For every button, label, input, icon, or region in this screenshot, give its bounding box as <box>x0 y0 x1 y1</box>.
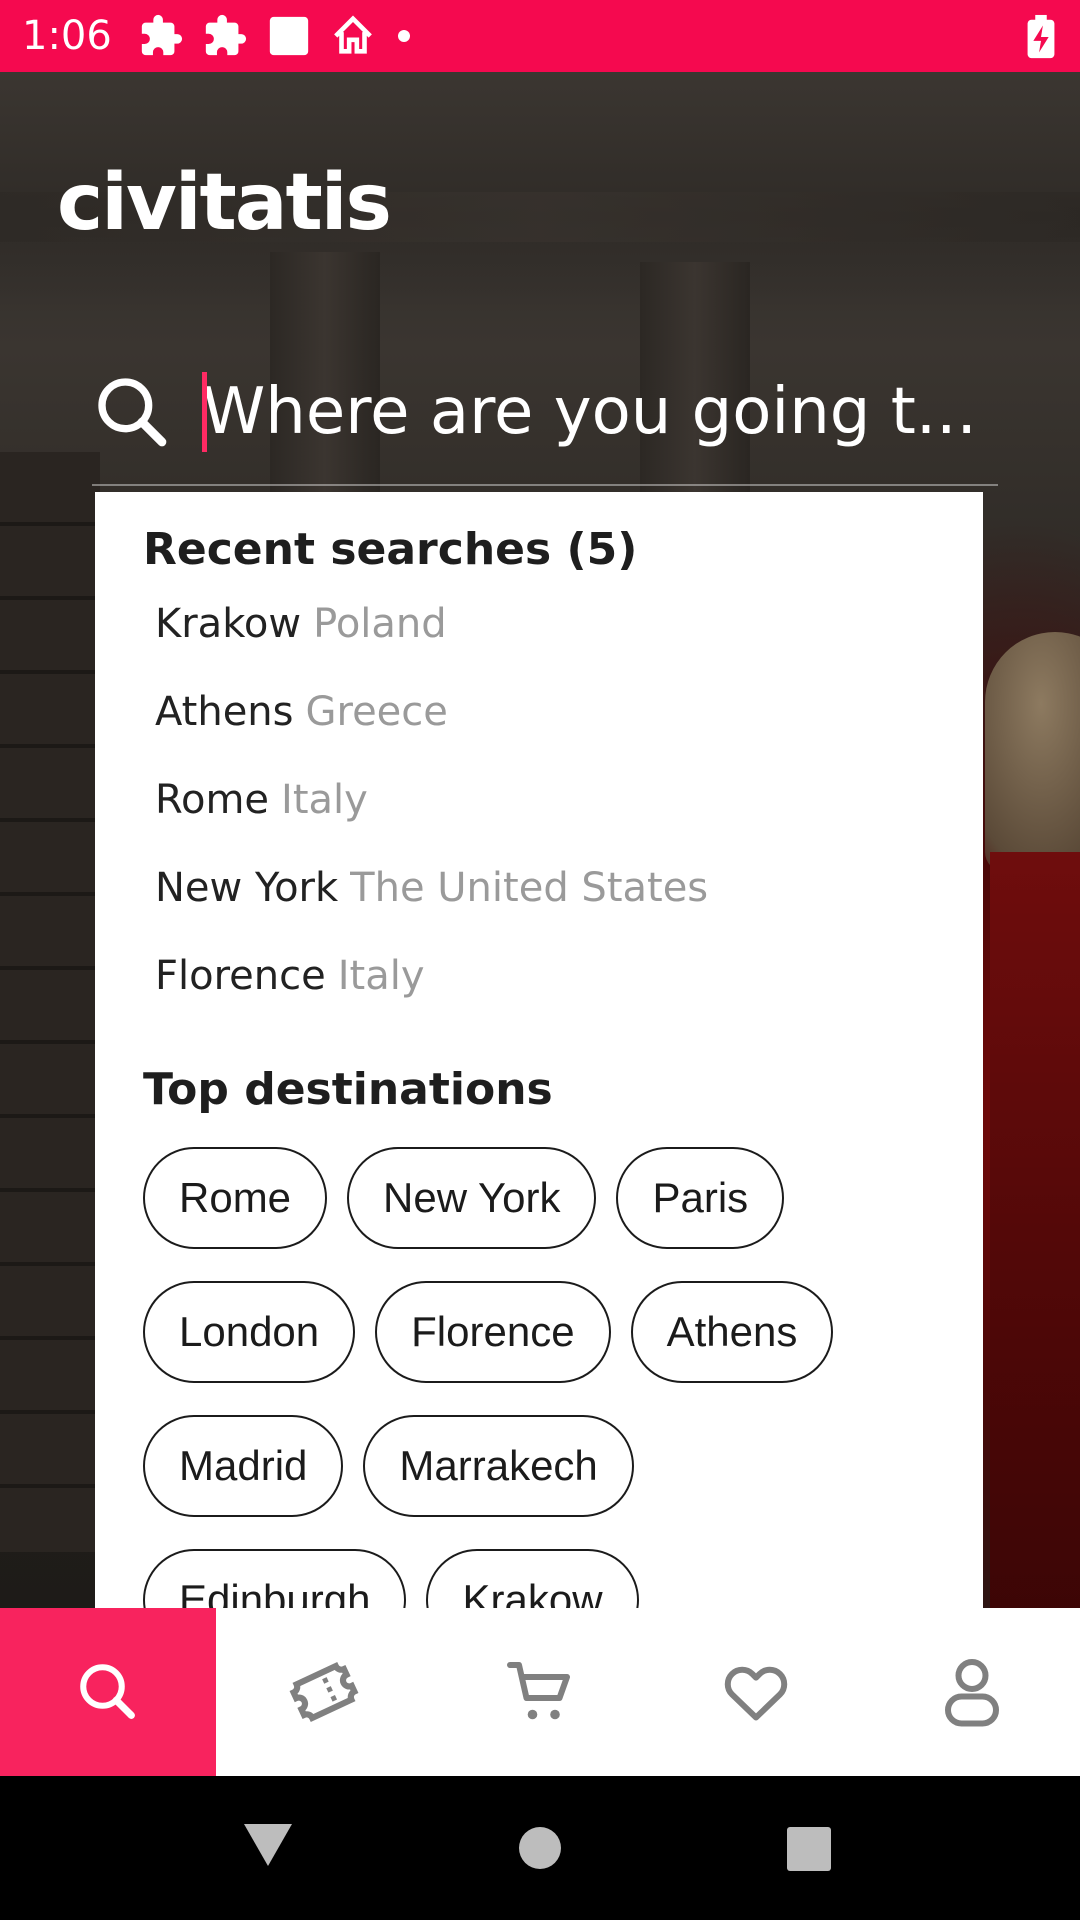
recent-city: Krakow <box>155 601 302 647</box>
recents-icon[interactable] <box>786 1826 832 1872</box>
square-icon <box>269 16 308 56</box>
nav-tickets[interactable] <box>216 1608 432 1776</box>
search-icon <box>98 378 167 447</box>
recent-city: New York <box>155 865 339 911</box>
profile-icon <box>945 1659 999 1727</box>
recent-city: Rome <box>155 777 270 823</box>
top-destinations-title: Top destinations <box>143 1064 553 1115</box>
recent-country: The United States <box>350 865 709 911</box>
destination-chip-paris[interactable]: Paris <box>616 1147 785 1249</box>
search-underline <box>92 484 998 486</box>
recent-search-item[interactable]: Athens Greece <box>155 668 708 756</box>
recent-search-item[interactable]: Krakow Poland <box>155 580 708 668</box>
cart-icon <box>507 1662 570 1720</box>
destination-chip-madrid[interactable]: Madrid <box>143 1415 344 1517</box>
recent-country: Italy <box>337 953 425 999</box>
puzzle-icon <box>141 14 182 56</box>
dot-icon <box>397 30 410 42</box>
nav-favorites[interactable] <box>648 1608 864 1776</box>
recent-country: Greece <box>305 689 448 735</box>
puzzle-icon <box>205 14 246 56</box>
recent-searches-list: Krakow Poland Athens Greece Rome Italy N… <box>155 580 708 1020</box>
recent-searches-title: Recent searches (5) <box>143 524 638 575</box>
destination-chip-krakow[interactable]: Krakow <box>426 1549 639 1608</box>
nav-search[interactable] <box>0 1608 216 1776</box>
suggestions-panel: Recent searches (5) Krakow Poland Athens… <box>95 492 983 1608</box>
search-bar[interactable] <box>92 360 998 480</box>
home-button-icon[interactable] <box>518 1826 562 1870</box>
recent-city: Athens <box>155 689 294 735</box>
destination-chip-athens[interactable]: Athens <box>630 1281 834 1383</box>
destination-chips: Rome New York Paris London Florence Athe… <box>143 1147 963 1608</box>
destination-chip-marrakech[interactable]: Marrakech <box>363 1415 634 1517</box>
bottom-navigation <box>0 1608 1080 1776</box>
recent-search-item[interactable]: New York The United States <box>155 844 708 932</box>
status-icons <box>138 13 414 59</box>
recent-city: Florence <box>155 953 326 999</box>
battery-charging-icon <box>1027 14 1055 59</box>
destination-chip-rome[interactable]: Rome <box>143 1147 328 1249</box>
text-cursor <box>202 372 207 452</box>
search-input[interactable] <box>202 362 992 462</box>
back-icon[interactable] <box>242 1820 294 1868</box>
destination-chip-edinburgh[interactable]: Edinburgh <box>143 1549 407 1608</box>
recent-search-item[interactable]: Rome Italy <box>155 756 708 844</box>
destination-chip-florence[interactable]: Florence <box>375 1281 611 1383</box>
search-icon <box>80 1664 135 1719</box>
nav-cart[interactable] <box>432 1608 648 1776</box>
status-bar: 1:06 <box>0 0 1080 72</box>
recent-country: Poland <box>313 601 447 647</box>
destination-chip-london[interactable]: London <box>143 1281 356 1383</box>
recent-country: Italy <box>281 777 368 823</box>
destination-chip-new-york[interactable]: New York <box>347 1147 597 1249</box>
status-time: 1:06 <box>22 13 112 59</box>
ticket-icon <box>289 1662 359 1722</box>
heart-icon <box>724 1666 788 1721</box>
home-icon <box>333 15 372 54</box>
civitatis-logo: civitatis <box>57 158 392 248</box>
nav-profile[interactable] <box>864 1608 1080 1776</box>
recent-search-item[interactable]: Florence Italy <box>155 932 708 1020</box>
